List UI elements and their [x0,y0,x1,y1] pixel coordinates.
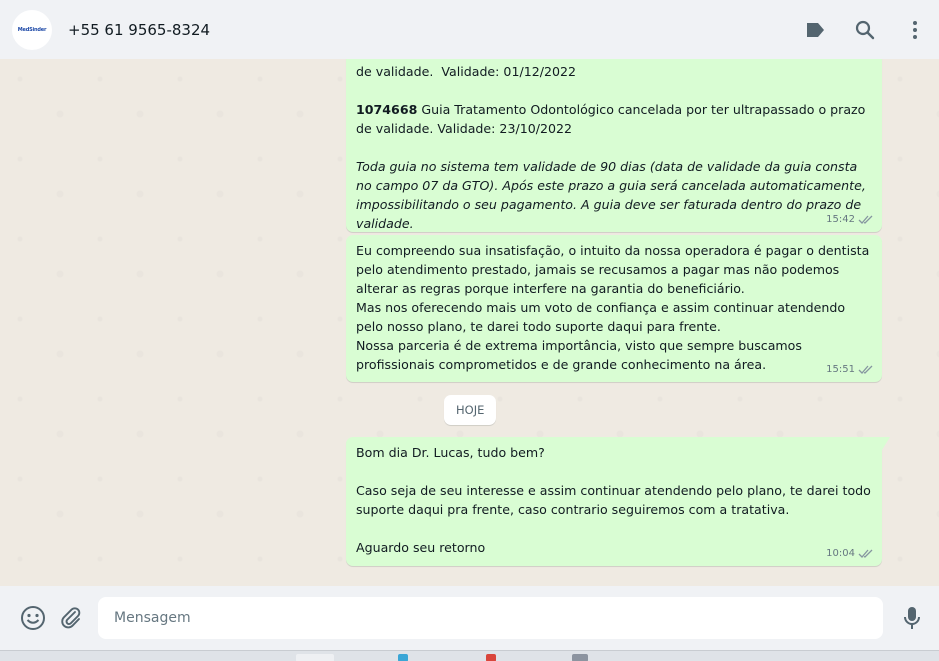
taskbar-item[interactable] [296,654,334,661]
attach-icon[interactable] [56,603,86,633]
message-meta: 10:04 [826,544,874,563]
menu-icon[interactable] [903,18,927,42]
taskbar-item[interactable] [486,654,496,661]
read-ticks-icon [858,215,873,224]
message-bubble[interactable]: Bom dia Dr. Lucas, tudo bem? Caso seja d… [346,437,890,566]
message-list[interactable]: de validade. Validade: 01/12/2022 107466… [0,59,939,586]
taskbar-item[interactable] [572,654,588,661]
message-time: 10:04 [826,548,855,559]
guide-text: Guia Tratamento Odontológico cancelada p… [356,102,870,136]
message-text: Bom dia Dr. Lucas, tudo bem? [356,445,545,460]
message-text: Caso seja de seu interesse e assim conti… [356,483,875,517]
message-time: 15:51 [826,364,855,375]
composer [0,586,939,650]
read-ticks-icon [858,365,873,374]
taskbar-item[interactable] [398,654,408,661]
message-text: de validade. Validade: 01/12/2022 [356,64,577,79]
message-bubble[interactable]: Eu compreendo sua insatisfação, o intuit… [346,235,882,382]
read-ticks-icon [858,549,873,558]
message-meta: 15:42 [826,210,874,229]
message-text: Mas nos oferecendo mais um voto de confi… [356,300,850,334]
message-time: 15:42 [826,214,855,225]
label-icon[interactable] [803,18,827,42]
bubble-tail [882,437,890,450]
date-divider: HOJE [444,395,497,425]
message-text: Eu compreendo sua insatisfação, o intuit… [356,243,874,296]
header-actions [777,18,927,42]
chat-header: MedSinder +55 61 9565-8324 [0,0,939,59]
message-text: Nossa parceria é de extrema importância,… [356,338,806,372]
message-bubble[interactable]: de validade. Validade: 01/12/2022 107466… [346,59,882,232]
contact-name[interactable]: +55 61 9565-8324 [68,21,210,39]
guide-number: 1074668 [356,102,418,117]
message-input[interactable] [98,597,883,639]
emoji-icon[interactable] [18,603,48,633]
avatar-logo: MedSinder [17,26,47,33]
message-note: Toda guia no sistema tem validade de 90 … [356,159,870,231]
avatar[interactable]: MedSinder [12,9,52,50]
search-icon[interactable] [853,18,877,42]
mic-icon[interactable] [897,603,927,633]
message-text: 1074668 Guia Tratamento Odontológico can… [356,100,873,138]
os-taskbar [0,650,939,661]
message-meta: 15:51 [826,360,874,379]
message-text: Aguardo seu retorno [356,540,486,555]
